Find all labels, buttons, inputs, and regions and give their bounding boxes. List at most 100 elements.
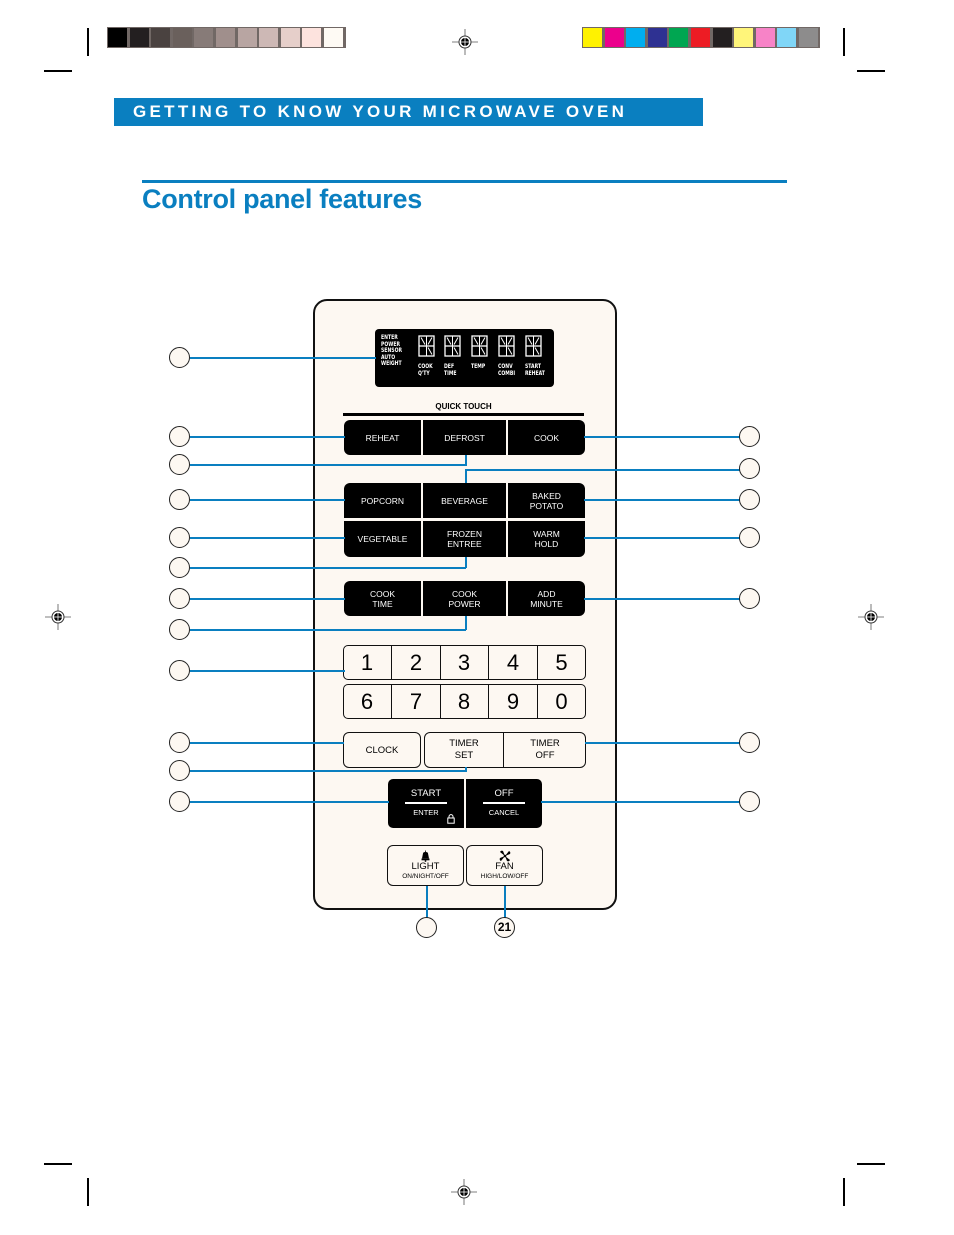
- leader-line: [584, 598, 741, 600]
- popcorn-button[interactable]: POPCORN: [344, 483, 421, 518]
- cook-time-button[interactable]: COOK TIME: [344, 581, 421, 616]
- clock-button[interactable]: CLOCK: [343, 732, 421, 768]
- number-key-9[interactable]: 9: [489, 684, 538, 719]
- crop-mark: [843, 28, 845, 56]
- color-swatch: [302, 28, 322, 47]
- seven-segment-digit: [444, 335, 461, 357]
- frozen-entree-button[interactable]: FROZEN ENTREE: [423, 521, 506, 557]
- off-label: OFF: [494, 788, 514, 799]
- color-swatch: [259, 28, 279, 47]
- leader-line: [190, 742, 344, 744]
- fan-label: FAN: [495, 861, 514, 872]
- crop-mark: [843, 1178, 845, 1206]
- reheat-button[interactable]: REHEAT: [344, 420, 421, 455]
- callout-circle: [739, 458, 760, 479]
- leader-line: [190, 598, 345, 600]
- color-swatch: [108, 28, 127, 47]
- number-key-8[interactable]: 8: [440, 684, 489, 719]
- callout-circle: [739, 527, 760, 548]
- number-key-6[interactable]: 6: [343, 684, 392, 719]
- registration-mark-icon: [452, 29, 478, 55]
- callout-circle: [739, 732, 760, 753]
- title-rule: [142, 180, 787, 183]
- color-swatch: [669, 28, 689, 47]
- leader-line: [190, 629, 466, 631]
- timer-off-button[interactable]: TIMER OFF: [505, 733, 585, 767]
- lock-icon: [447, 814, 455, 824]
- number-key-0[interactable]: 0: [537, 684, 586, 719]
- add-minute-button[interactable]: ADD MINUTE: [508, 581, 585, 616]
- page-title: Control panel features: [142, 184, 422, 214]
- number-key-3[interactable]: 3: [440, 645, 489, 680]
- crop-mark: [857, 70, 885, 72]
- number-key-4[interactable]: 4: [489, 645, 538, 680]
- color-swatch: [604, 28, 624, 47]
- off-rule: [483, 802, 525, 804]
- leader-line: [585, 742, 741, 744]
- digit-indicator-label: START REHEAT: [525, 363, 545, 377]
- color-swatch: [691, 28, 710, 47]
- color-swatch: [237, 28, 257, 47]
- seven-segment-digit: [418, 335, 435, 357]
- timer-set-button[interactable]: TIMER SET: [425, 733, 504, 767]
- leader-line: [190, 436, 345, 438]
- leader-line: [190, 499, 345, 501]
- warm-hold-button[interactable]: WARM HOLD: [508, 521, 585, 557]
- seven-segment-digit: [498, 335, 515, 357]
- color-swatch: [626, 28, 646, 47]
- color-swatch: [647, 28, 667, 47]
- number-key-5[interactable]: 5: [537, 645, 586, 680]
- start-rule: [405, 802, 447, 804]
- fan-button[interactable]: FAN HIGH/LOW/OFF: [466, 845, 543, 886]
- enter-label: ENTER: [413, 808, 439, 817]
- start-enter-button[interactable]: START ENTER: [388, 779, 464, 828]
- display-indicator-labels: ENTER POWER SENSOR AUTO WEIGHT: [381, 334, 403, 367]
- callout-circle: [739, 489, 760, 510]
- number-key-1[interactable]: 1: [343, 645, 392, 680]
- callout-circle: [169, 347, 190, 368]
- color-swatch: [216, 28, 235, 47]
- cancel-label: CANCEL: [488, 808, 520, 817]
- callout-circle: [416, 917, 437, 938]
- leader-line: [465, 616, 467, 630]
- fan-sub-label: HIGH/LOW/OFF: [480, 873, 529, 880]
- cook-power-button[interactable]: COOK POWER: [423, 581, 506, 616]
- cook-button[interactable]: COOK: [508, 420, 585, 455]
- callout-circle: [739, 588, 760, 609]
- callout-circle: [169, 760, 190, 781]
- crop-mark: [44, 70, 72, 72]
- quick-touch-rule: [343, 413, 584, 416]
- light-label: LIGHT: [411, 861, 440, 872]
- light-sub-label: ON/NIGHT/OFF: [402, 873, 449, 880]
- quick-touch-label: QUICK TOUCH: [435, 402, 492, 411]
- defrost-button[interactable]: DEFROST: [423, 420, 506, 455]
- leader-line: [190, 537, 345, 539]
- light-button[interactable]: LIGHT ON/NIGHT/OFF: [387, 845, 464, 886]
- crop-mark: [44, 1163, 72, 1165]
- color-swatch: [583, 28, 602, 47]
- baked-potato-button[interactable]: BAKED POTATO: [508, 483, 585, 518]
- number-key-7[interactable]: 7: [392, 684, 441, 719]
- leader-line: [465, 455, 467, 466]
- leader-line: [584, 499, 741, 501]
- callout-circle-21: 21: [494, 917, 515, 938]
- leader-line: [190, 801, 389, 803]
- color-swatch: [755, 28, 775, 47]
- digit-indicator-label: COOK Q'TY: [418, 363, 433, 377]
- callout-circle: [169, 791, 190, 812]
- registration-mark-icon: [858, 604, 884, 630]
- registration-mark-icon: [451, 1179, 477, 1205]
- beverage-button[interactable]: BEVERAGE: [423, 483, 506, 518]
- vegetable-button[interactable]: VEGETABLE: [344, 521, 421, 557]
- digit-indicator-label: DEF TIME: [444, 363, 457, 377]
- section-banner: GETTING TO KNOW YOUR MICROWAVE OVEN: [114, 98, 703, 126]
- leader-line: [465, 469, 467, 483]
- off-cancel-button[interactable]: OFF CANCEL: [466, 779, 542, 828]
- number-key-2[interactable]: 2: [392, 645, 441, 680]
- color-swatch: [194, 28, 214, 47]
- callout-circle: [169, 732, 190, 753]
- leader-line: [465, 469, 741, 471]
- color-swatch: [280, 28, 300, 47]
- leader-line: [426, 886, 428, 918]
- color-swatch: [712, 28, 732, 47]
